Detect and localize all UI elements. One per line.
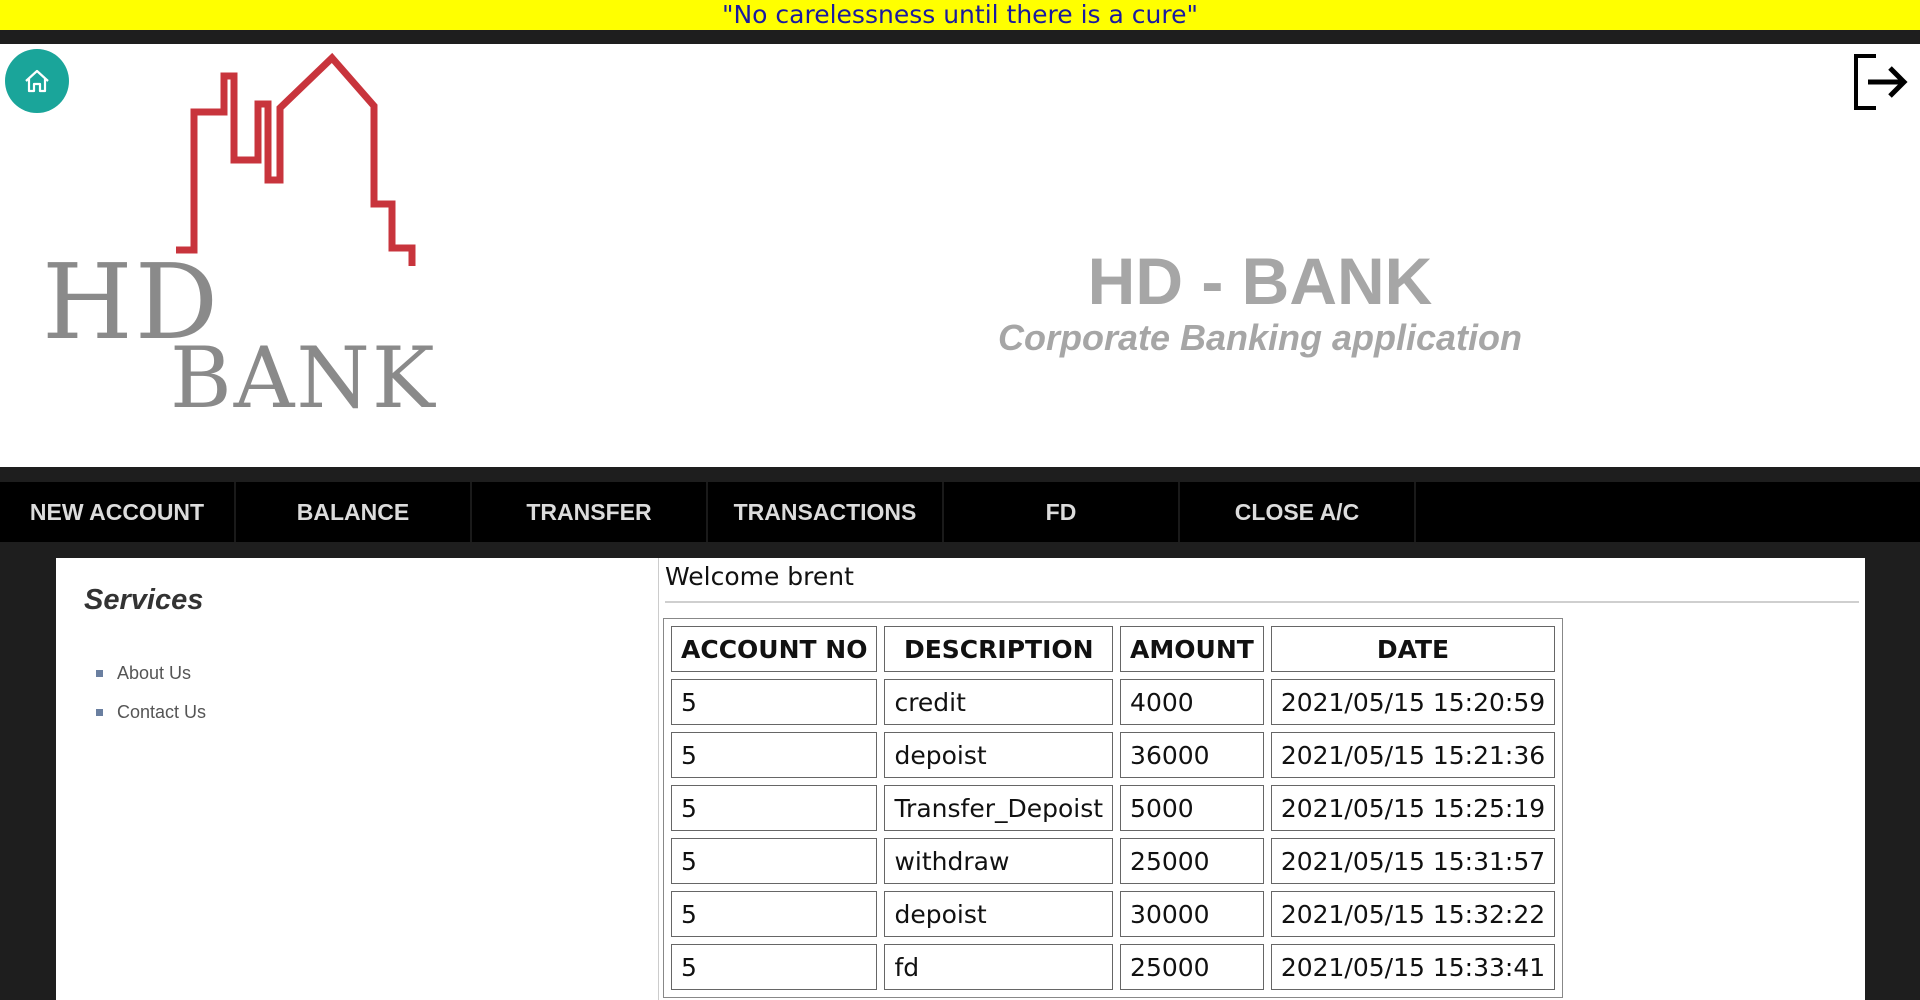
title-block: HD - BANK Corporate Banking application [860, 244, 1660, 358]
service-link-label[interactable]: Contact Us [117, 702, 206, 723]
cell-account-no: 5 [671, 679, 878, 725]
cell-account-no: 5 [671, 891, 878, 937]
nav-transfer[interactable]: TRANSFER [472, 482, 708, 542]
nav-close-account[interactable]: CLOSE A/C [1180, 482, 1416, 542]
content-area: Services About Us Contact Us Welcome bre… [56, 558, 1865, 1000]
cell-date: 2021/05/15 15:32:22 [1270, 891, 1556, 937]
services-list: About Us Contact Us [96, 654, 206, 732]
main-pane: Welcome brent ACCOUNT NO DESCRIPTION AMO… [658, 558, 1866, 1000]
column-header: AMOUNT [1120, 626, 1264, 672]
welcome-message: Welcome brent [665, 562, 854, 591]
column-header: DESCRIPTION [884, 626, 1114, 672]
cell-description: depoist [884, 891, 1114, 937]
cell-account-no: 5 [671, 944, 878, 990]
service-link-contact[interactable]: Contact Us [96, 693, 206, 732]
logo-text-bank: BANK [170, 329, 437, 427]
nav-balance[interactable]: BALANCE [236, 482, 472, 542]
table-row: 5 credit 4000 2021/05/15 15:20:59 [671, 679, 1556, 725]
bullet-icon [96, 670, 103, 677]
cell-description: credit [884, 679, 1114, 725]
service-link-about[interactable]: About Us [96, 654, 206, 693]
cell-date: 2021/05/15 15:31:57 [1270, 838, 1556, 884]
cell-date: 2021/05/15 15:21:36 [1270, 732, 1556, 778]
nav-new-account[interactable]: NEW ACCOUNT [0, 482, 236, 542]
cell-amount: 25000 [1120, 838, 1264, 884]
logout-icon[interactable] [1850, 50, 1910, 114]
page-title: HD - BANK [1087, 244, 1433, 318]
cell-account-no: 5 [671, 838, 878, 884]
table-row: 5 fd 25000 2021/05/15 15:33:41 [671, 944, 1556, 990]
page-subtitle: Corporate Banking application [997, 317, 1523, 358]
services-heading: Services [84, 584, 204, 616]
bullet-icon [96, 709, 103, 716]
marquee-banner: "No carelessness until there is a cure" [0, 0, 1920, 44]
cell-date: 2021/05/15 15:33:41 [1270, 944, 1556, 990]
cell-amount: 4000 [1120, 679, 1264, 725]
cell-amount: 5000 [1120, 785, 1264, 831]
cell-description: withdraw [884, 838, 1114, 884]
header: HD BANK HD - BANK Corporate Banking appl… [0, 44, 1920, 467]
divider [665, 601, 1859, 603]
marquee-text: "No carelessness until there is a cure" [721, 0, 1198, 29]
table-row: 5 depoist 36000 2021/05/15 15:21:36 [671, 732, 1556, 778]
column-header: ACCOUNT NO [671, 626, 878, 672]
table-row: 5 Transfer_Depoist 5000 2021/05/15 15:25… [671, 785, 1556, 831]
main-navbar: NEW ACCOUNT BALANCE TRANSFER TRANSACTION… [0, 482, 1920, 542]
cell-amount: 36000 [1120, 732, 1264, 778]
cell-date: 2021/05/15 15:20:59 [1270, 679, 1556, 725]
cell-description: depoist [884, 732, 1114, 778]
service-link-label[interactable]: About Us [117, 663, 191, 684]
nav-fd[interactable]: FD [944, 482, 1180, 542]
cell-amount: 30000 [1120, 891, 1264, 937]
table-row: 5 depoist 30000 2021/05/15 15:32:22 [671, 891, 1556, 937]
cell-date: 2021/05/15 15:25:19 [1270, 785, 1556, 831]
cell-amount: 25000 [1120, 944, 1264, 990]
transactions-table: ACCOUNT NO DESCRIPTION AMOUNT DATE 5 cre… [663, 618, 1564, 998]
table-header-row: ACCOUNT NO DESCRIPTION AMOUNT DATE [671, 626, 1556, 672]
cell-description: Transfer_Depoist [884, 785, 1114, 831]
cell-account-no: 5 [671, 732, 878, 778]
cell-account-no: 5 [671, 785, 878, 831]
column-header: DATE [1270, 626, 1556, 672]
table-row: 5 withdraw 25000 2021/05/15 15:31:57 [671, 838, 1556, 884]
cell-description: fd [884, 944, 1114, 990]
nav-transactions[interactable]: TRANSACTIONS [708, 482, 944, 542]
